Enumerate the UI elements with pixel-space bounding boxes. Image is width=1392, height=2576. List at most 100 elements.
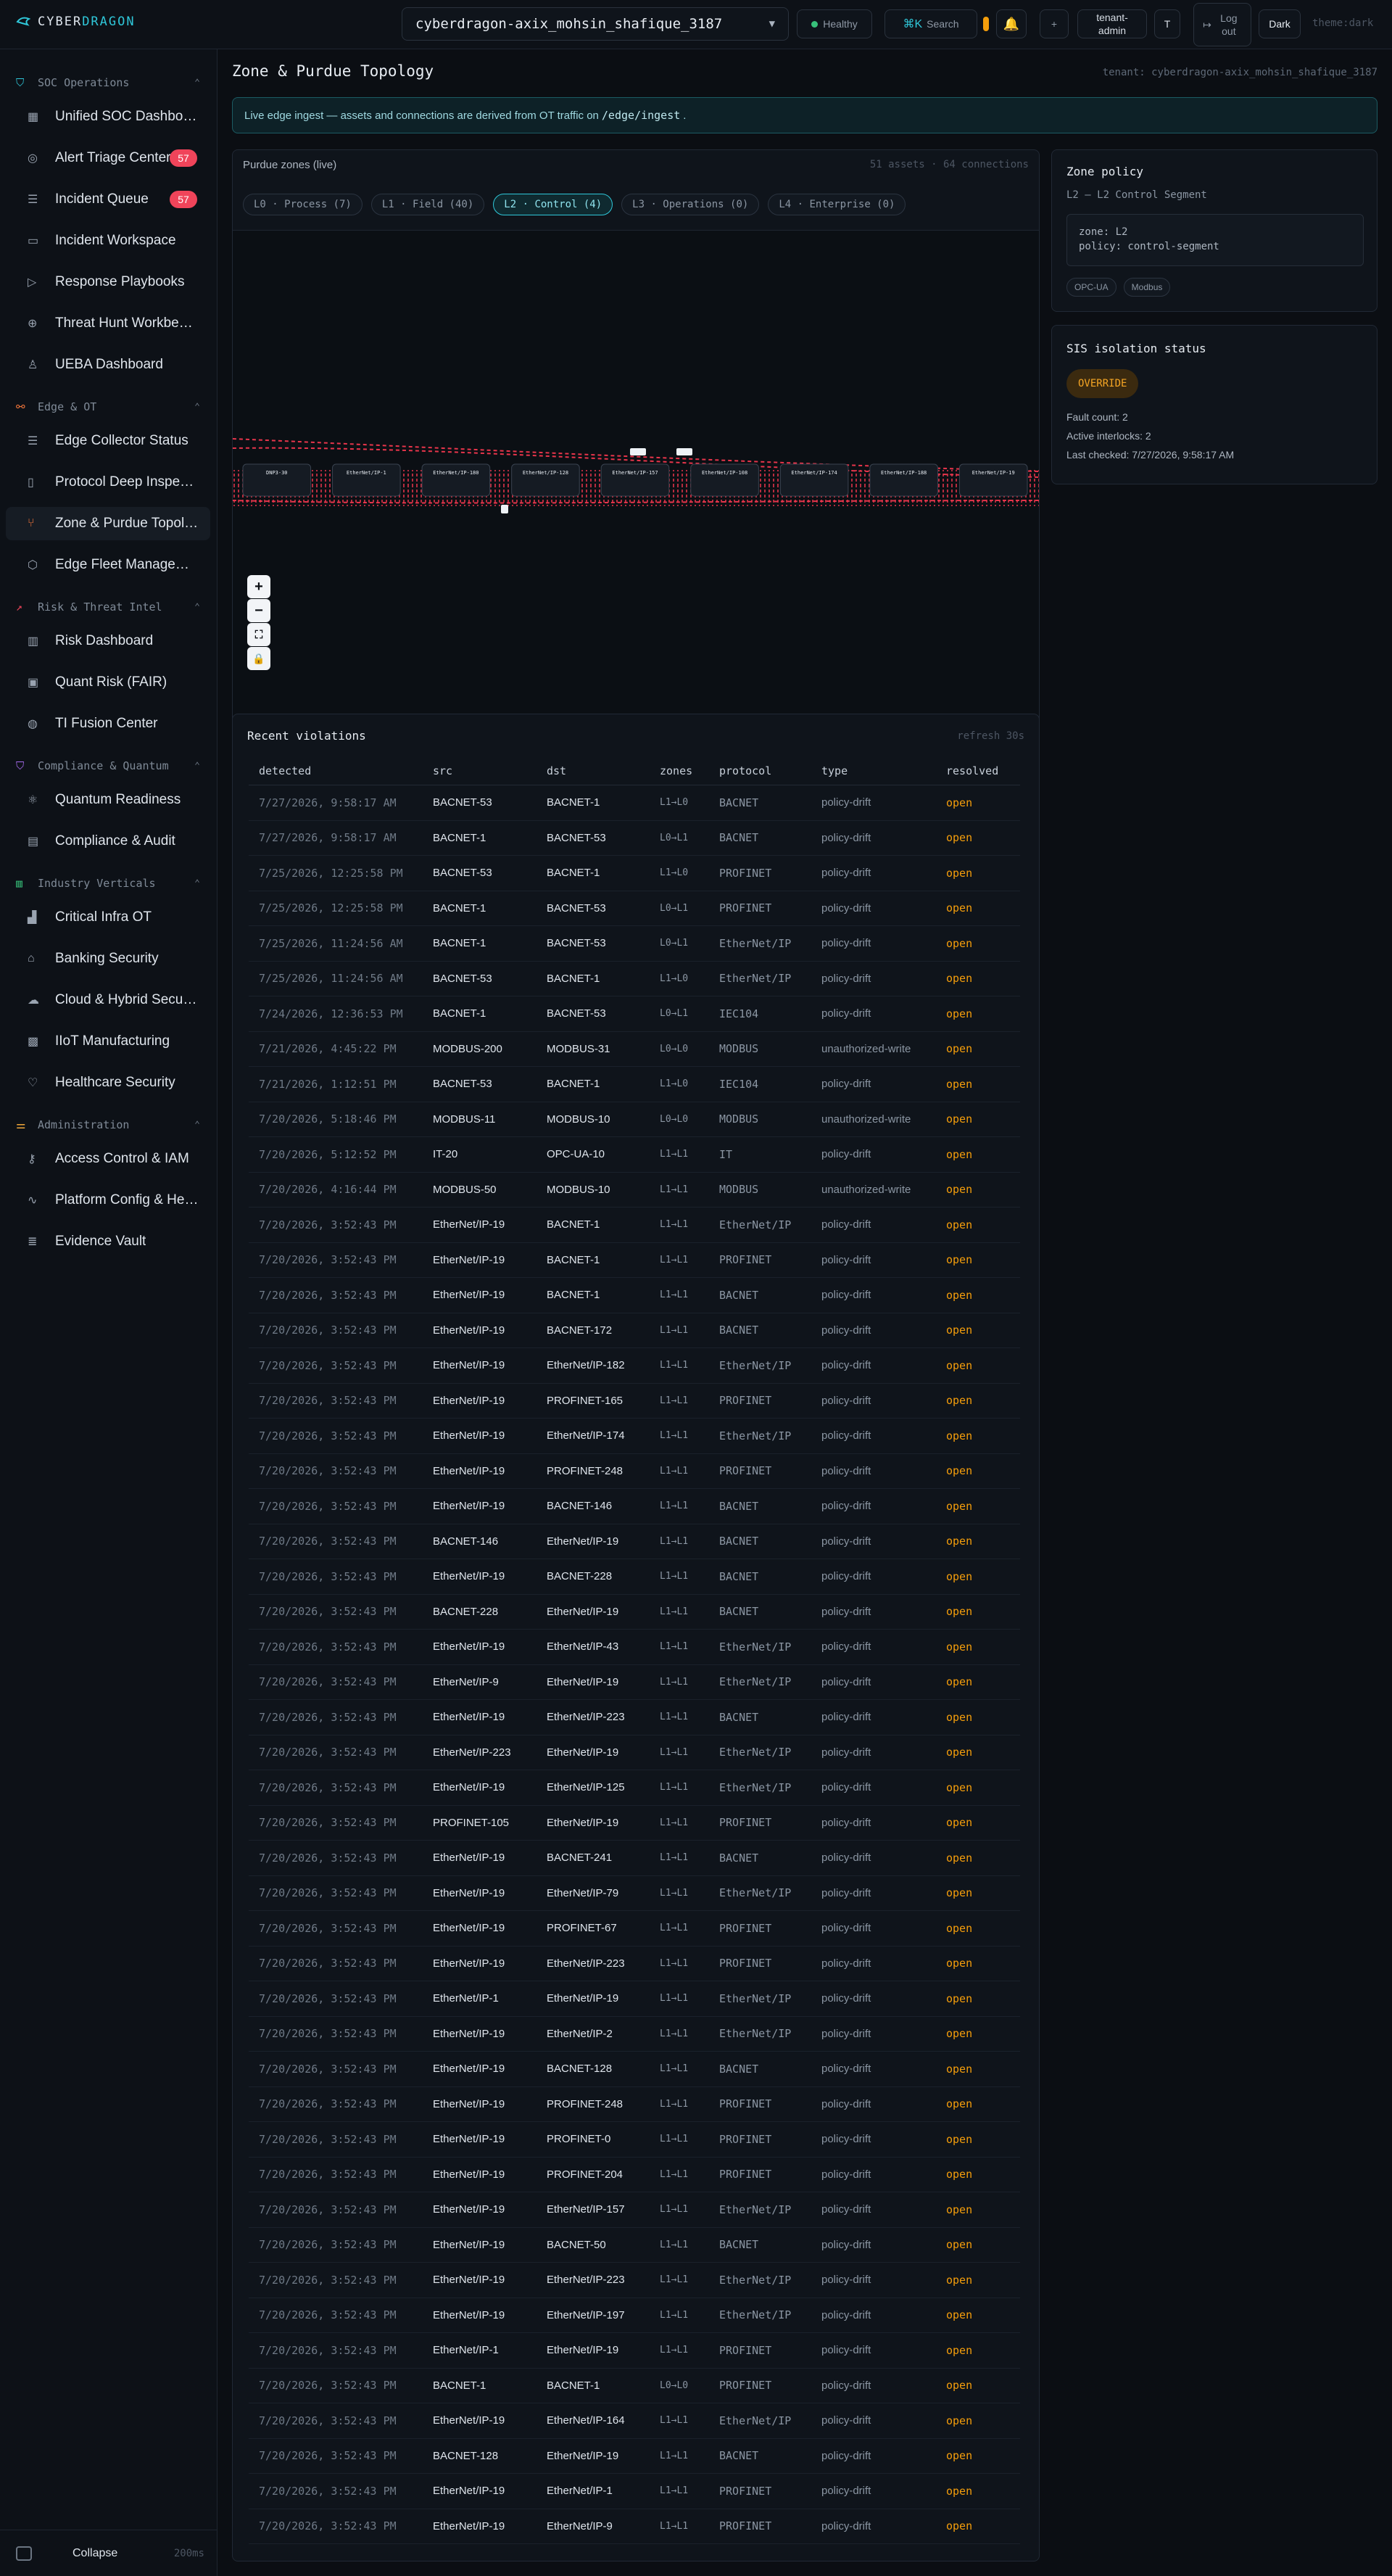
zone-chip[interactable]: L3 · Operations (0) [621,194,760,215]
table-row[interactable]: 7/20/2026, 3:52:43 PM BACNET-128 EtherNet/… [249,2439,1020,2474]
sidebar-section-header[interactable]: ⚯ Edge & OT ⌃ [0,392,218,421]
table-row[interactable]: 7/20/2026, 3:52:43 PM EtherNet/IP-19 BACNE… [249,2228,1020,2263]
sidebar-section-header[interactable]: ⚌ Administration ⌃ [0,1110,218,1139]
collapse-bar[interactable]: Collapse 200ms [0,2530,218,2576]
sidebar-section-header[interactable]: ↗ Risk & Threat Intel ⌃ [0,593,218,622]
sidebar-item[interactable]: ▣ Quant Risk (FAIR) [6,666,210,699]
table-row[interactable]: 7/20/2026, 3:52:43 PM EtherNet/IP-19 Ether… [249,1770,1020,1806]
fit-view-icon[interactable]: ⛶ [247,623,270,646]
sidebar-item[interactable]: ▦ Unified SOC Dashboard [6,100,210,133]
table-row[interactable]: 7/20/2026, 3:52:43 PM EtherNet/IP-19 BACNE… [249,1208,1020,1243]
topology-node[interactable]: EtherNet/IP-19 [958,463,1028,497]
sidebar-item[interactable]: ◎ Alert Triage Center 57 [6,141,210,175]
sidebar-item[interactable]: ⑂ Zone & Purdue Topology [6,507,210,540]
table-row[interactable]: 7/20/2026, 5:12:52 PM IT-20 OPC-UA-10 L1→L1… [249,1137,1020,1173]
table-row[interactable]: 7/21/2026, 4:45:22 PM MODBUS-200 MODBUS-31… [249,1032,1020,1067]
sidebar-item[interactable]: ▭ Incident Workspace [6,224,210,257]
brand-logo[interactable]: CYBERDRAGON [16,15,136,29]
topology-node[interactable]: DNP3-30 [242,463,312,497]
table-row[interactable]: 7/25/2026, 12:25:58 PM BACNET-1 BACNET-53 L… [249,891,1020,926]
table-row[interactable]: 7/25/2026, 11:24:56 AM BACNET-53 BACNET-1 L… [249,962,1020,996]
table-row[interactable]: 7/20/2026, 3:52:43 PM BACNET-228 EtherNet/… [249,1595,1020,1630]
table-row[interactable]: 7/20/2026, 3:52:43 PM EtherNet/IP-1 EtherN… [249,1981,1020,2017]
table-row[interactable]: 7/20/2026, 3:52:43 PM EtherNet/IP-19 BACNE… [249,1489,1020,1524]
table-row[interactable]: 7/20/2026, 3:52:43 PM EtherNet/IP-19 Ether… [249,1419,1020,1454]
table-row[interactable]: 7/20/2026, 3:52:43 PM EtherNet/IP-223 Ethe… [249,1735,1020,1770]
sidebar-section-header[interactable]: ▥ Industry Verticals ⌃ [0,869,218,898]
topology-node[interactable]: EtherNet/IP-188 [869,463,938,497]
zoom-in-button[interactable]: + [247,575,270,598]
sidebar-item[interactable]: ▟ Critical Infra OT [6,901,210,934]
topology-canvas[interactable]: DNP3-30 EtherNet/IP-1 EtherNet/IP-180 Ether… [233,230,1039,751]
sidebar-item[interactable]: ▤ Compliance & Audit [6,825,210,858]
sidebar-item[interactable]: ▯ Protocol Deep Inspection [6,466,210,499]
sidebar-item[interactable]: ≣ Evidence Vault [6,1225,210,1258]
zoom-out-button[interactable]: − [247,599,270,622]
table-row[interactable]: 7/20/2026, 3:52:43 PM EtherNet/IP-19 BACNE… [249,1313,1020,1348]
zone-chip[interactable]: L2 · Control (4) [493,194,613,215]
table-row[interactable]: 7/27/2026, 9:58:17 AM BACNET-1 BACNET-53 L0… [249,821,1020,856]
table-row[interactable]: 7/20/2026, 3:52:43 PM EtherNet/IP-19 Ether… [249,1876,1020,1911]
avatar[interactable]: T [1154,9,1180,38]
topology-node[interactable]: EtherNet/IP-1 [332,463,401,497]
health-status[interactable]: Healthy [797,9,872,38]
table-row[interactable]: 7/20/2026, 3:52:43 PM EtherNet/IP-19 Ether… [249,1348,1020,1384]
sidebar-item[interactable]: ⚷ Access Control & IAM [6,1142,210,1176]
sidebar-item[interactable]: ☁ Cloud & Hybrid Security [6,983,210,1017]
table-row[interactable]: 7/20/2026, 3:52:43 PM EtherNet/IP-19 PROFI… [249,1911,1020,1947]
table-row[interactable]: 7/21/2026, 1:12:51 PM BACNET-53 BACNET-1 L1… [249,1067,1020,1102]
topology-node[interactable]: EtherNet/IP-108 [690,463,759,497]
sidebar-item[interactable]: ∿ Platform Config & Health [6,1184,210,1217]
table-row[interactable]: 7/20/2026, 3:52:43 PM EtherNet/IP-19 PROFI… [249,2087,1020,2122]
sidebar-item[interactable]: ⚛ Quantum Readiness [6,783,210,817]
sidebar-section-header[interactable]: ⛉ Compliance & Quantum ⌃ [0,751,218,780]
table-row[interactable]: 7/20/2026, 3:52:43 PM EtherNet/IP-19 BACNE… [249,1243,1020,1278]
sidebar-item[interactable]: ▷ Response Playbooks [6,265,210,299]
table-row[interactable]: 7/20/2026, 3:52:43 PM EtherNet/IP-19 BACNE… [249,1559,1020,1595]
topology-node[interactable]: EtherNet/IP-157 [600,463,670,497]
search-button[interactable]: ⌘K Search [884,9,977,38]
lock-icon[interactable]: 🔒 [247,647,270,670]
table-row[interactable]: 7/20/2026, 3:52:43 PM EtherNet/IP-1 EtherN… [249,2333,1020,2369]
table-row[interactable]: 7/20/2026, 3:52:43 PM BACNET-146 EtherNet/… [249,1524,1020,1559]
sidebar-item[interactable]: ♡ Healthcare Security [6,1066,210,1099]
sidebar-section-header[interactable]: ⛉ SOC Operations ⌃ [0,68,218,97]
notifications-bell-icon[interactable]: 🔔 [996,9,1027,38]
table-row[interactable]: 7/20/2026, 3:52:43 PM EtherNet/IP-19 Ether… [249,2474,1020,2509]
table-row[interactable]: 7/20/2026, 3:52:43 PM EtherNet/IP-9 EtherN… [249,1665,1020,1700]
sidebar-item[interactable]: ▩ IIoT Manufacturing [6,1025,210,1058]
table-row[interactable]: 7/20/2026, 3:52:43 PM EtherNet/IP-19 Ether… [249,1947,1020,1981]
table-row[interactable]: 7/20/2026, 3:52:43 PM EtherNet/IP-19 BACNE… [249,2052,1020,2087]
table-row[interactable]: 7/20/2026, 3:52:43 PM EtherNet/IP-19 BACNE… [249,1278,1020,1313]
table-row[interactable]: 7/25/2026, 11:24:56 AM BACNET-1 BACNET-53 L… [249,926,1020,962]
tenant-selector[interactable]: cyberdragon-axix_mohsin_shafique_3187 ▼ [402,7,789,41]
sidebar-item[interactable]: ☰ Edge Collector Status [6,424,210,458]
table-row[interactable]: 7/20/2026, 3:52:43 PM EtherNet/IP-19 Ether… [249,2192,1020,2228]
table-row[interactable]: 7/20/2026, 4:16:44 PM MODBUS-50 MODBUS-10 L… [249,1173,1020,1208]
sidebar-item[interactable]: ♙ UEBA Dashboard [6,348,210,381]
zone-chip[interactable]: L0 · Process (7) [243,194,362,215]
zone-chip[interactable]: L1 · Field (40) [370,194,485,215]
table-row[interactable]: 7/20/2026, 3:52:43 PM EtherNet/IP-19 Ether… [249,2263,1020,2298]
table-row[interactable]: 7/20/2026, 3:52:43 PM EtherNet/IP-19 Ether… [249,1630,1020,1665]
sidebar-item[interactable]: ⌂ Banking Security [6,942,210,975]
table-row[interactable]: 7/27/2026, 9:58:17 AM BACNET-53 BACNET-1 L1… [249,785,1020,821]
table-row[interactable]: 7/20/2026, 3:52:43 PM PROFINET-105 EtherNe… [249,1806,1020,1841]
zone-chip[interactable]: L4 · Enterprise (0) [768,194,906,215]
add-button[interactable]: + [1040,9,1069,38]
table-row[interactable]: 7/24/2026, 12:36:53 PM BACNET-1 BACNET-53 L… [249,996,1020,1032]
sidebar-item[interactable]: ⬡ Edge Fleet Management [6,548,210,582]
sidebar-item[interactable]: ◍ TI Fusion Center [6,707,210,740]
topology-node[interactable]: EtherNet/IP-174 [779,463,849,497]
table-row[interactable]: 7/20/2026, 3:52:43 PM EtherNet/IP-19 Ether… [249,2298,1020,2333]
table-row[interactable]: 7/20/2026, 3:52:43 PM EtherNet/IP-19 PROFI… [249,2122,1020,2158]
table-row[interactable]: 7/20/2026, 3:52:43 PM EtherNet/IP-19 PROFI… [249,1454,1020,1489]
table-row[interactable]: 7/20/2026, 3:52:43 PM EtherNet/IP-19 Ether… [249,2509,1020,2544]
table-row[interactable]: 7/20/2026, 5:18:46 PM MODBUS-11 MODBUS-10 L… [249,1102,1020,1137]
theme-toggle-button[interactable]: Dark [1259,9,1301,38]
table-row[interactable]: 7/20/2026, 3:52:43 PM EtherNet/IP-19 Ether… [249,2403,1020,2439]
table-row[interactable]: 7/20/2026, 3:52:43 PM BACNET-1 BACNET-1 L0→… [249,2369,1020,2403]
user-menu[interactable]: tenant-admin [1077,9,1147,38]
topology-node[interactable]: EtherNet/IP-180 [421,463,491,497]
table-row[interactable]: 7/20/2026, 3:52:43 PM EtherNet/IP-19 BACNE… [249,1841,1020,1876]
